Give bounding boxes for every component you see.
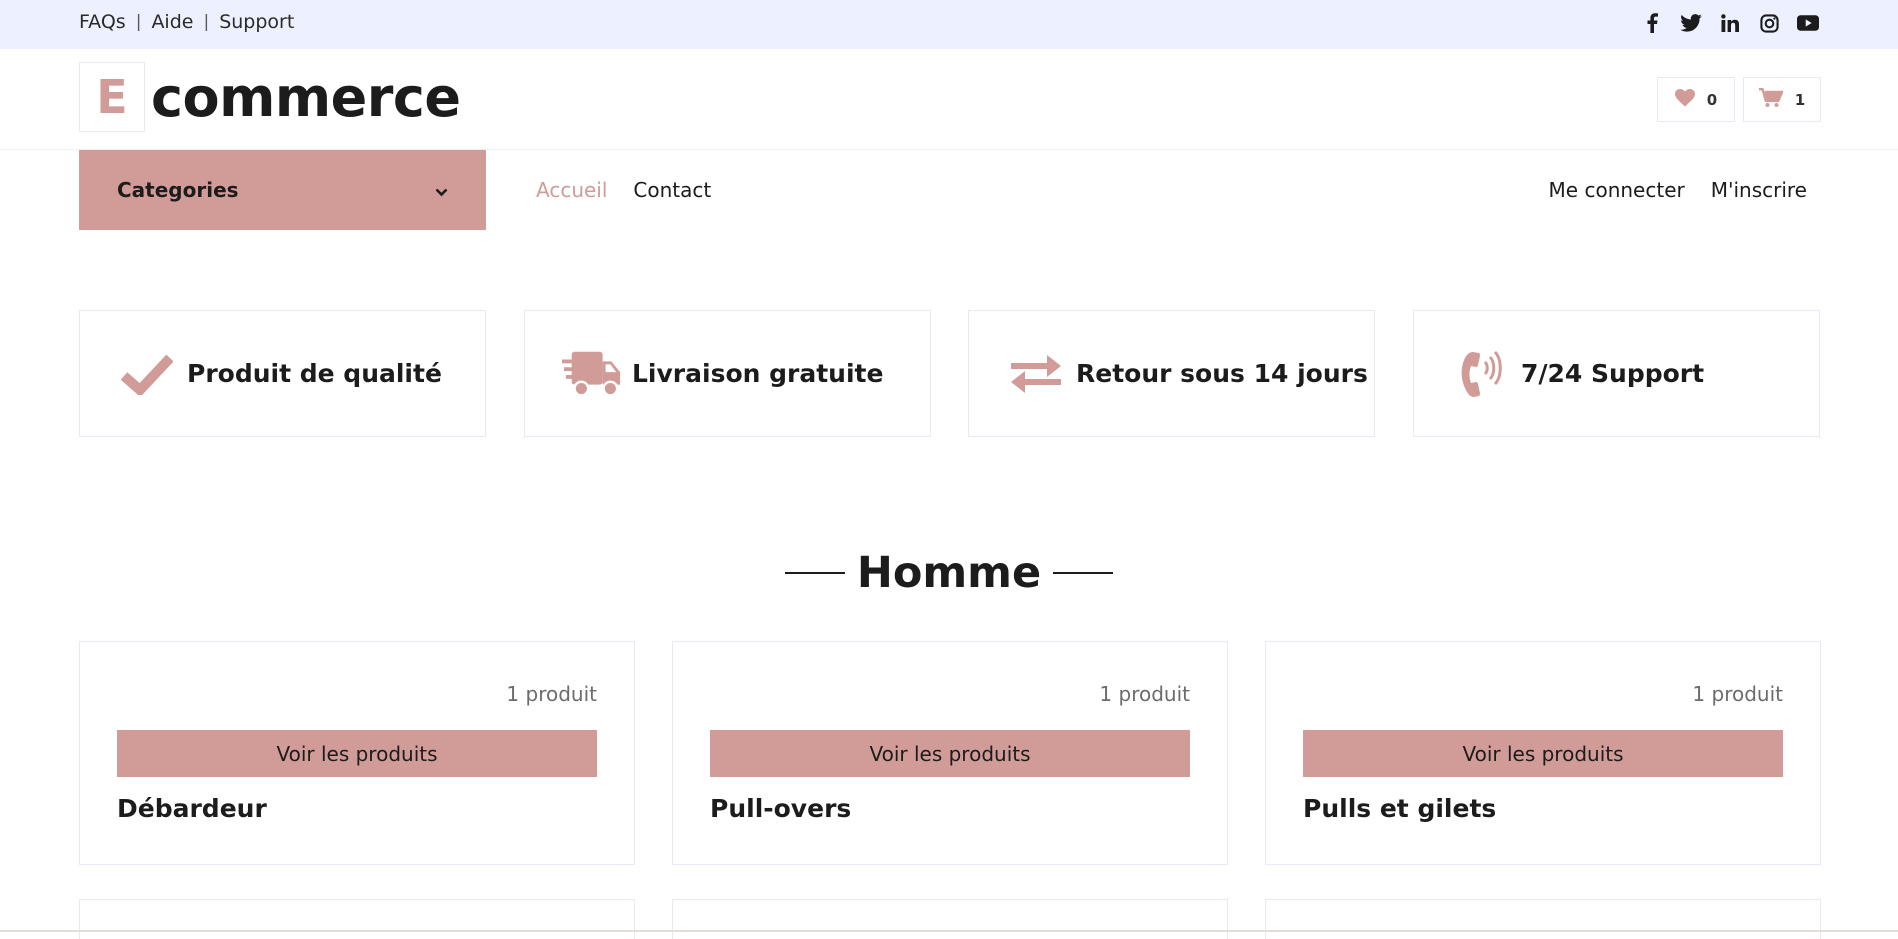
cart-count: 1 <box>1794 90 1806 109</box>
category-name[interactable]: Pull-overs <box>710 794 851 823</box>
cart-icon <box>1758 87 1783 112</box>
shipping-truck-icon <box>562 344 622 404</box>
instagram-icon[interactable] <box>1758 12 1780 34</box>
facebook-icon[interactable] <box>1641 12 1663 34</box>
category-name[interactable]: Débardeur <box>117 794 267 823</box>
category-card[interactable]: 1 produit Voir les produits Débardeur <box>79 641 635 865</box>
register-link[interactable]: M'inscrire <box>1711 178 1807 202</box>
heading-line-right <box>1053 572 1114 574</box>
chevron-down-icon <box>435 178 448 202</box>
separator: | <box>203 12 210 32</box>
exchange-arrows-icon <box>1006 344 1066 404</box>
separator: | <box>135 12 142 32</box>
feature-shipping: Livraison gratuite <box>524 310 931 437</box>
product-count: 1 produit <box>1099 682 1190 706</box>
twitter-icon[interactable] <box>1680 12 1702 34</box>
product-count: 1 produit <box>506 682 597 706</box>
feature-support: 7/24 Support <box>1413 310 1820 437</box>
social-links <box>1641 12 1819 34</box>
cart-button[interactable]: 1 <box>1743 77 1821 122</box>
heading-line-left <box>784 572 845 574</box>
check-icon <box>117 344 177 404</box>
feature-label: Produit de qualité <box>187 359 442 388</box>
logo-text: commerce <box>151 65 461 129</box>
category-card[interactable]: 1 produit Voir les produits Pull-overs <box>672 641 1228 865</box>
auth-nav: Me connecter M'inscrire <box>1549 178 1807 202</box>
section-heading: Homme <box>0 548 1898 598</box>
nav-link-accueil[interactable]: Accueil <box>536 178 607 202</box>
feature-label: Retour sous 14 jours <box>1076 359 1368 388</box>
categories-dropdown[interactable]: Categories <box>79 150 486 230</box>
wishlist-button[interactable]: 0 <box>1657 77 1735 122</box>
login-link[interactable]: Me connecter <box>1549 178 1685 202</box>
linkedin-icon[interactable] <box>1719 12 1741 34</box>
view-products-button[interactable]: Voir les produits <box>1303 730 1783 777</box>
wishlist-count: 0 <box>1706 90 1718 109</box>
view-products-button[interactable]: Voir les produits <box>117 730 597 777</box>
categories-label: Categories <box>117 178 239 202</box>
feature-label: 7/24 Support <box>1521 359 1705 388</box>
product-count: 1 produit <box>1692 682 1783 706</box>
nav-link-contact[interactable]: Contact <box>633 178 711 202</box>
aide-link[interactable]: Aide <box>151 11 193 33</box>
category-card-partial[interactable] <box>672 899 1228 939</box>
support-link[interactable]: Support <box>219 11 294 33</box>
site-logo[interactable]: E commerce <box>79 62 461 132</box>
category-card-partial[interactable] <box>79 899 635 939</box>
view-products-button[interactable]: Voir les produits <box>710 730 1190 777</box>
faqs-link[interactable]: FAQs <box>79 11 126 33</box>
feature-label: Livraison gratuite <box>632 359 884 388</box>
main-nav: Accueil Contact <box>536 178 711 202</box>
category-name[interactable]: Pulls et gilets <box>1303 794 1496 823</box>
feature-returns: Retour sous 14 jours <box>968 310 1375 437</box>
phone-volume-icon <box>1451 344 1511 404</box>
feature-quality: Produit de qualité <box>79 310 486 437</box>
youtube-icon[interactable] <box>1797 12 1819 34</box>
section-title: Homme <box>856 548 1042 598</box>
top-bar: FAQs | Aide | Support <box>0 0 1898 49</box>
category-card[interactable]: 1 produit Voir les produits Pulls et gil… <box>1265 641 1821 865</box>
category-card-partial[interactable] <box>1265 899 1821 939</box>
logo-letter: E <box>79 62 145 132</box>
heart-icon <box>1674 88 1695 111</box>
top-links: FAQs | Aide | Support <box>79 11 294 33</box>
